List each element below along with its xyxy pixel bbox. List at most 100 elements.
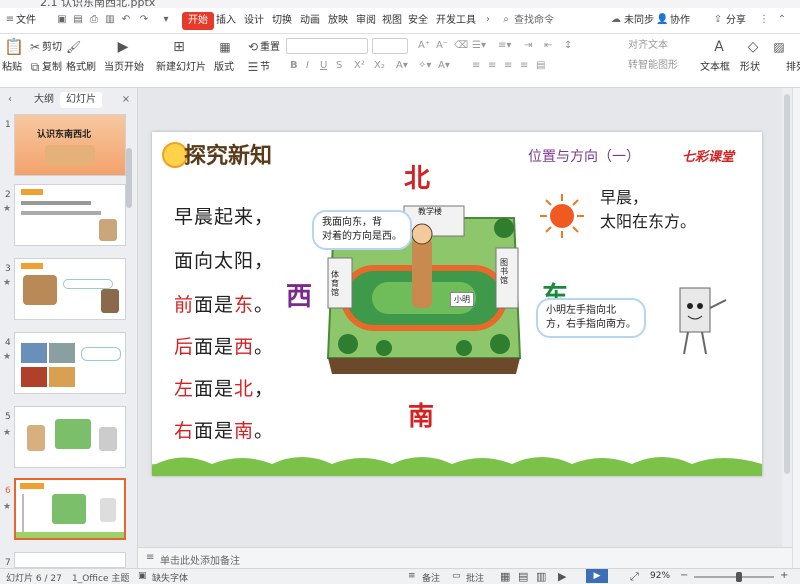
to-smartart-button[interactable]: 转智能图形 <box>628 60 678 72</box>
reading-view-icon[interactable]: ▥ <box>536 570 546 583</box>
slide-thumb-3[interactable] <box>14 258 126 320</box>
underline-icon[interactable]: U <box>320 60 327 72</box>
line-spacing-icon[interactable]: ↕ <box>564 40 572 52</box>
notes-placeholder[interactable]: 单击此处添加备注 <box>160 552 240 567</box>
align-center-icon[interactable]: ≡ <box>488 60 496 72</box>
panel-collapse-icon[interactable]: ‹ <box>4 94 16 106</box>
collab-button[interactable]: 协作 <box>670 12 690 30</box>
tab-security[interactable]: 安全 <box>408 12 428 30</box>
justify-icon[interactable]: ≡ <box>520 60 528 72</box>
effects-icon[interactable]: ✧▾ <box>418 60 431 72</box>
tab-switch[interactable]: 切换 <box>272 12 292 30</box>
zoom-level[interactable]: 92% <box>650 571 670 581</box>
slide-thumb-5[interactable] <box>14 406 126 468</box>
textbox-button[interactable]: 文本框 <box>700 62 730 74</box>
align-text-button[interactable]: 对齐文本 <box>628 40 668 52</box>
new-slide-button[interactable]: 新建幻灯片 <box>156 62 206 74</box>
slideshow-icon[interactable]: ▶ <box>558 570 566 583</box>
undo-icon[interactable]: ↶ <box>120 14 132 26</box>
canvas-scrollbar[interactable] <box>782 88 792 547</box>
reset-button[interactable]: 重置 <box>260 42 280 54</box>
menu-file[interactable]: 文件 <box>16 12 36 30</box>
shape-button[interactable]: 形状 <box>740 62 760 74</box>
more-icon[interactable]: ▾ <box>160 14 172 26</box>
superscript-icon[interactable]: X² <box>354 60 365 72</box>
align-left-icon[interactable]: ≡ <box>472 60 480 72</box>
font-family-combo[interactable] <box>286 38 368 54</box>
clear-format-icon[interactable]: ⌫ <box>454 40 468 52</box>
from-current-button[interactable]: 当页开始 <box>104 62 144 74</box>
share-button[interactable]: 分享 <box>726 12 746 30</box>
indent-icon[interactable]: ⇥ <box>524 40 532 52</box>
italic-icon[interactable]: I <box>306 60 309 72</box>
poem-word: 。 <box>254 294 275 316</box>
bold-icon[interactable]: B <box>290 60 298 72</box>
subscript-icon[interactable]: X₂ <box>374 60 385 72</box>
missing-font-button[interactable]: 缺失字体 <box>152 571 188 584</box>
notes-toggle-button[interactable]: 备注 <box>422 571 440 584</box>
paste-button[interactable]: 粘贴 <box>2 62 22 74</box>
chevron-right-icon[interactable]: › <box>482 14 494 26</box>
panel-scrollbar[interactable] <box>126 148 132 208</box>
shrink-font-icon[interactable]: A⁻ <box>436 40 448 52</box>
normal-view-icon[interactable]: ▦ <box>500 570 510 583</box>
redo-icon[interactable]: ↷ <box>138 14 150 26</box>
numbering-icon[interactable]: ≡▾ <box>498 40 511 52</box>
sorter-view-icon[interactable]: ▤ <box>518 570 528 583</box>
tab-insert[interactable]: 插入 <box>216 12 236 30</box>
paste-icon[interactable]: 📋 <box>4 39 24 55</box>
arrange-button[interactable]: 排列 <box>786 62 800 74</box>
sync-status[interactable]: 未同步 <box>624 12 654 30</box>
bullets-icon[interactable]: ☰▾ <box>472 40 486 52</box>
align-right-icon[interactable]: ≡ <box>504 60 512 72</box>
slide-thumb-2[interactable] <box>14 184 126 246</box>
grow-font-icon[interactable]: A⁺ <box>418 40 430 52</box>
zoom-slider[interactable] <box>694 576 774 578</box>
more-dots-icon[interactable]: ⋮ <box>758 14 770 26</box>
layout-button[interactable]: 版式 <box>214 62 234 74</box>
thumb-line <box>21 201 91 205</box>
distribute-icon[interactable]: ▤ <box>536 60 545 72</box>
font-color-icon[interactable]: A▾ <box>396 60 408 72</box>
strikethrough-icon[interactable]: S <box>336 60 342 72</box>
tab-animation[interactable]: 动画 <box>300 12 320 30</box>
panel-close-icon[interactable]: × <box>120 94 132 106</box>
hamburger-icon[interactable]: ≡ <box>4 14 16 26</box>
print-icon[interactable]: ⎙ <box>88 14 100 26</box>
tab-slideshow[interactable]: 放映 <box>328 12 348 30</box>
tab-view[interactable]: 视图 <box>382 12 402 30</box>
zoom-out-icon[interactable]: − <box>680 570 688 581</box>
font-size-combo[interactable] <box>372 38 408 54</box>
slide-thumb-6-selected[interactable] <box>14 478 126 540</box>
slide[interactable]: 探究新知 位置与方向（一） 七彩课堂 早晨起来， 面向太阳， 前面是东。 后面是… <box>152 132 762 476</box>
collapse-icon[interactable]: ⌃ <box>776 14 788 26</box>
zoom-in-icon[interactable]: + <box>780 570 788 581</box>
copy-button[interactable]: 复制 <box>42 62 62 74</box>
search-command[interactable]: 查找命令 <box>514 12 554 30</box>
slide-thumb-4[interactable] <box>14 332 126 394</box>
slide-thumb-7[interactable] <box>14 552 126 568</box>
slide-thumb-1[interactable]: 认识东南西北 <box>14 114 126 176</box>
export-icon[interactable]: ▥ <box>104 14 116 26</box>
open-icon[interactable]: ▤ <box>72 14 84 26</box>
cut-button[interactable]: 剪切 <box>42 42 62 54</box>
tab-slides[interactable]: 幻灯片 <box>60 92 102 108</box>
poem-word: 后 <box>174 336 195 358</box>
highlight-icon[interactable]: A▾ <box>438 60 450 72</box>
tab-start[interactable]: 开始 <box>182 12 214 30</box>
fit-window-icon[interactable]: ⤢ <box>630 570 639 584</box>
play-button[interactable]: ▶ <box>586 569 608 583</box>
section-button[interactable]: 节 <box>260 62 270 74</box>
notes-pane[interactable]: ≡ 单击此处添加备注 <box>138 547 792 568</box>
format-painter-button[interactable]: 格式刷 <box>66 62 96 74</box>
zoom-slider-handle[interactable] <box>736 572 742 582</box>
comment-button[interactable]: 批注 <box>466 571 484 584</box>
tab-outline[interactable]: 大纲 <box>28 92 60 108</box>
tab-devtools[interactable]: 开发工具 <box>436 12 476 30</box>
thumb-number: 3 <box>5 264 11 274</box>
scroll-thumb[interactable] <box>784 94 790 474</box>
save-icon[interactable]: ▣ <box>56 14 68 26</box>
tab-design[interactable]: 设计 <box>244 12 264 30</box>
outdent-icon[interactable]: ⇤ <box>544 40 552 52</box>
tab-review[interactable]: 审阅 <box>356 12 376 30</box>
